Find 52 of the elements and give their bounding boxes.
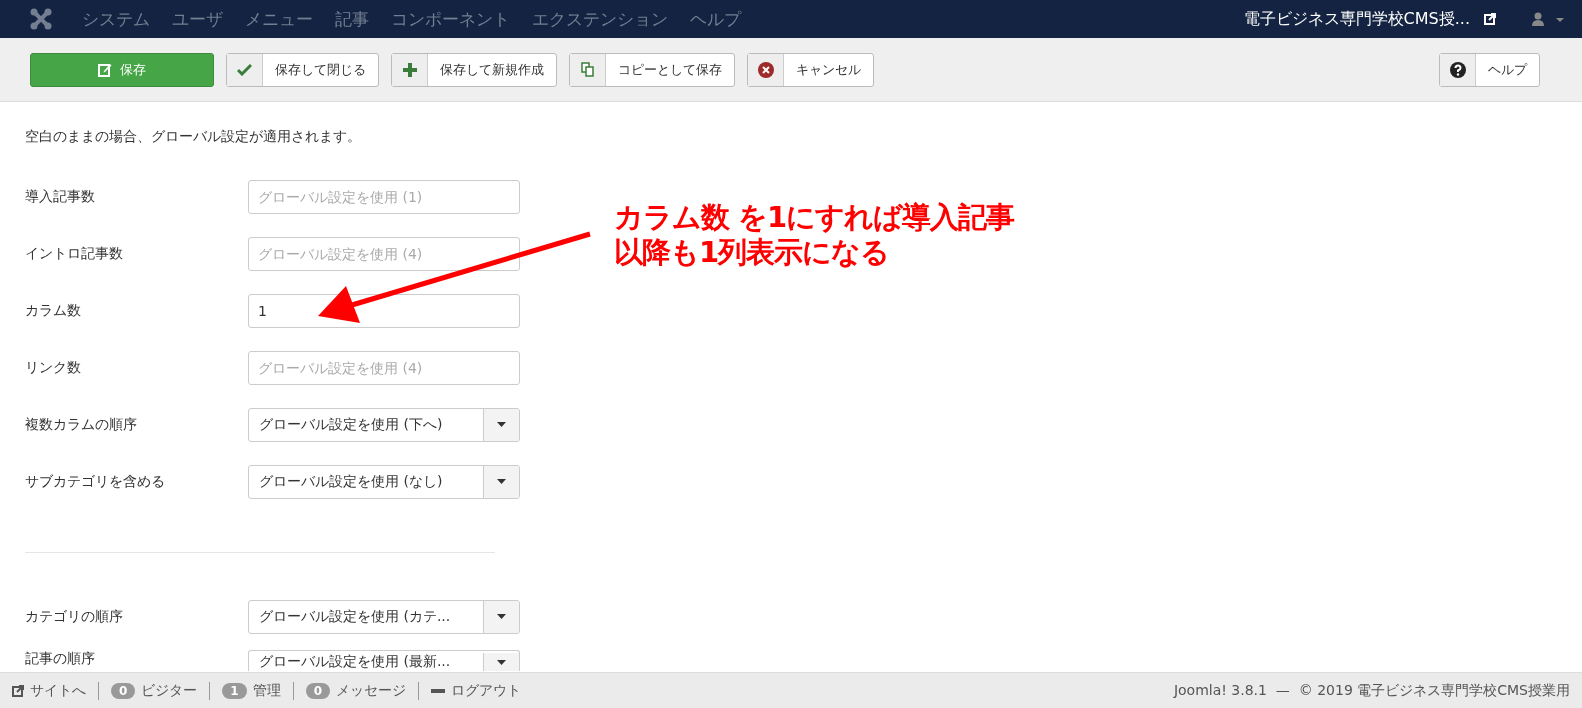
copy-icon: [580, 62, 595, 77]
plus-icon: [402, 62, 417, 77]
toolbar-button[interactable]: 保存して閉じる: [226, 52, 379, 87]
menu-item[interactable]: 記事: [335, 7, 369, 31]
cancel-icon: [757, 61, 774, 78]
caret-icon: [497, 659, 506, 665]
user-menu-icon[interactable]: [1532, 12, 1566, 26]
menu-item[interactable]: エクステンション: [532, 7, 668, 31]
menu-item[interactable]: メニュー: [245, 7, 313, 31]
field-label: 複数カラムの順序: [25, 415, 138, 434]
minus-icon: [431, 688, 446, 693]
status-link[interactable]: 0 メッセージ: [305, 681, 407, 700]
external-link-icon: [1484, 13, 1496, 25]
toolbar-button[interactable]: コピーとして保存: [569, 52, 735, 87]
input-field[interactable]: グローバル設定を使用 (4): [248, 236, 520, 271]
input-field[interactable]: グローバル設定を使用 (1): [248, 179, 520, 214]
field-label: リンク数: [25, 358, 82, 377]
field-label: カテゴリの順序: [25, 607, 124, 626]
site-title-link[interactable]: 電子ビジネス専門学校CMS授...: [1243, 8, 1470, 30]
select-field[interactable]: グローバル設定を使用 (なし): [248, 464, 520, 499]
annotation-text: カラム数 を1にすれば導入記事 以降も1列表示になる: [614, 200, 1015, 270]
field-label: 記事の順序: [25, 650, 96, 668]
external-link-icon: [12, 684, 24, 697]
menu-item[interactable]: システム: [82, 7, 150, 31]
field-label: カラム数: [25, 301, 82, 320]
copyright-text: Joomla! 3.8.1 — © 2019 電子ビジネス専門学校CMS授業用: [1173, 681, 1570, 700]
edit-icon: [98, 62, 112, 77]
toolbar-button[interactable]: キャンセル: [747, 52, 874, 87]
logout-link[interactable]: ログアウト: [431, 681, 522, 700]
menu-item[interactable]: コンポーネント: [391, 7, 510, 31]
toolbar-button[interactable]: 保存して新規作成: [391, 52, 557, 87]
input-field[interactable]: 1: [248, 293, 520, 328]
menu-item[interactable]: ユーザ: [172, 7, 223, 31]
intro-text: 空白のままの場合、グローバル設定が適用されます。: [25, 128, 362, 146]
field-label: イントロ記事数: [25, 244, 124, 263]
logo-icon[interactable]: [30, 8, 52, 30]
select-field[interactable]: グローバル設定を使用 (下へ): [248, 407, 520, 442]
field-label: サブカテゴリを含める: [25, 472, 166, 491]
status-link[interactable]: 1 管理: [222, 681, 281, 700]
caret-icon: [497, 614, 506, 619]
input-field[interactable]: グローバル設定を使用 (4): [248, 350, 520, 385]
menu-item[interactable]: ヘルプ: [690, 7, 741, 31]
caret-icon: [497, 422, 506, 427]
select-field[interactable]: グローバル設定を使用 (最新...: [248, 650, 520, 671]
caret-icon: [497, 479, 506, 484]
select-field[interactable]: グローバル設定を使用 (カテ...: [248, 599, 520, 634]
field-label: 導入記事数: [25, 187, 96, 206]
help-button[interactable]: ヘルプ: [1439, 52, 1540, 87]
help-icon: [1449, 61, 1466, 78]
site-link[interactable]: サイトへ: [12, 681, 86, 700]
check-icon: [237, 63, 252, 76]
status-link[interactable]: 0 ビジター: [111, 681, 198, 700]
